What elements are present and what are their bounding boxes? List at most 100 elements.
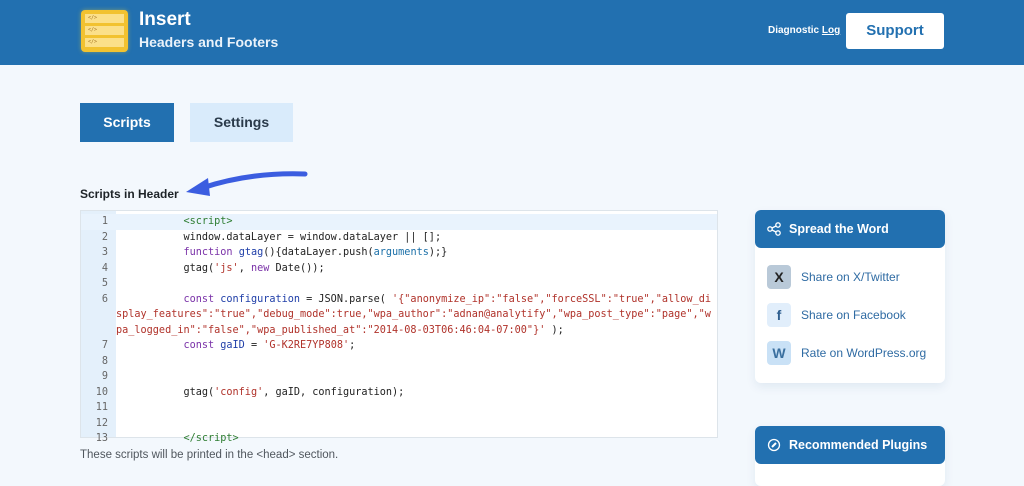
code-token: 'G-K2RE7YP808' — [263, 340, 350, 351]
support-button[interactable]: Support — [846, 13, 944, 49]
line-text: ​ — [116, 400, 717, 416]
top-header: </> </> </> Insert Headers and Footers D… — [0, 0, 1024, 65]
code-token: );} — [428, 247, 448, 258]
code-token: arguments — [373, 247, 429, 258]
share-twitter-link[interactable]: X Share on X/Twitter — [755, 258, 945, 296]
card-title: Recommended Plugins — [789, 438, 928, 452]
code-token: , — [238, 262, 251, 274]
logo-mark: </> — [85, 38, 124, 47]
logo-mark: </> — [85, 26, 124, 35]
logo-mark: </> — [85, 14, 124, 23]
line-text: ​ — [116, 354, 717, 370]
code-token: = JSON.parse( — [300, 293, 393, 305]
wordpress-icon: W — [767, 341, 791, 365]
code-token: Date()); — [269, 262, 325, 274]
line-number: 9 — [101, 371, 108, 382]
code-line: 8​ — [81, 354, 717, 370]
code-token: , gaID, configuration); — [263, 386, 405, 398]
spread-the-word-card: Spread the Word X Share on X/Twitter f Sha… — [755, 210, 945, 383]
code-token: configuration — [220, 293, 301, 305]
code-token: function — [183, 247, 233, 258]
line-number: 12 — [95, 417, 108, 429]
line-number: 13 — [95, 433, 108, 444]
spread-card-header: Spread the Word — [755, 210, 945, 248]
link-label: Rate on WordPress.org — [801, 346, 927, 360]
rate-wordpress-link[interactable]: W Rate on WordPress.org — [755, 334, 945, 372]
line-text: const gaID = 'G-K2RE7YP808'; — [116, 338, 717, 354]
card-title: Spread the Word — [789, 222, 889, 236]
tab-settings[interactable]: Settings — [190, 103, 293, 142]
brand-title: Insert — [139, 9, 191, 30]
line-number: 5 — [101, 278, 108, 289]
code-token: (){dataLayer.push( — [263, 247, 374, 258]
line-number: 6 — [101, 293, 108, 305]
code-line: 2 window.dataLayer = window.dataLayer ||… — [81, 230, 717, 246]
code-token: ); — [545, 324, 564, 336]
recommended-plugins-card: Recommended Plugins — [755, 426, 945, 486]
brand-subtitle: Headers and Footers — [139, 34, 279, 50]
code-line: 10 gtag('config', gaID, configuration); — [81, 385, 717, 401]
log-label: Log — [821, 25, 841, 36]
header-scripts-editor[interactable]: 1 <script> 2 window.dataLayer = window.da… — [80, 210, 718, 444]
share-icon — [767, 222, 781, 236]
x-twitter-icon: X — [767, 265, 791, 289]
link-label: Share on X/Twitter — [801, 270, 900, 284]
code-token: 'js' — [214, 262, 239, 274]
line-text: </script> — [116, 431, 717, 447]
line-text: gtag('js', new Date()); — [116, 261, 717, 277]
code-token: gtag( — [116, 386, 215, 398]
code-token: window.dataLayer = window.dataLayer || [… — [116, 231, 442, 243]
help-text: These scripts will be printed in the <he… — [80, 449, 339, 461]
diagnostic-label: Diagnostic — [768, 25, 820, 36]
code-token: const — [183, 293, 215, 305]
line-number: 7 — [101, 340, 108, 351]
recommended-card-header[interactable]: Recommended Plugins — [755, 426, 945, 464]
line-text: window.dataLayer = window.dataLayer || [… — [116, 230, 717, 246]
line-number: 4 — [101, 262, 108, 274]
code-line: 13 </script> — [81, 431, 717, 447]
code-area[interactable]: 1 <script> 2 window.dataLayer = window.da… — [81, 214, 717, 447]
line-number: 1 — [101, 216, 108, 227]
line-number: 2 — [101, 231, 108, 243]
section-title: Scripts in Header — [80, 187, 179, 201]
code-line: 4 gtag('js', new Date()); — [81, 261, 717, 277]
line-number: 10 — [95, 386, 108, 398]
line-text: const configuration = JSON.parse( '{"ano… — [116, 292, 717, 339]
code-token: gaID — [220, 340, 245, 351]
code-line: 12 ​ — [81, 416, 717, 432]
code-line: 6 const configuration = JSON.parse( '{"a… — [81, 292, 717, 339]
code-token: </script> — [116, 433, 239, 444]
plugin-logo: </> </> </> — [81, 10, 128, 52]
tab-scripts[interactable]: Scripts — [80, 103, 174, 142]
code-line: 5​ — [81, 276, 717, 292]
line-text: ​ — [116, 369, 717, 385]
code-token: gtag — [238, 247, 264, 258]
share-facebook-link[interactable]: f Share on Facebook — [755, 296, 945, 334]
plugin-icon — [767, 438, 781, 452]
arrow-annotation-icon — [186, 171, 308, 196]
code-token: = — [244, 340, 264, 351]
code-token: 'config' — [214, 386, 264, 398]
line-text: gtag('config', gaID, configuration); — [116, 385, 717, 401]
link-label: Share on Facebook — [801, 308, 906, 322]
code-token: ; — [349, 340, 356, 351]
line-text: <script> — [116, 214, 717, 230]
line-text: ​ — [116, 276, 717, 292]
line-number: 8 — [101, 355, 108, 367]
code-token: new — [250, 262, 270, 274]
code-line: 7 const gaID = 'G-K2RE7YP808'; — [81, 338, 717, 354]
line-text: function gtag(){dataLayer.push(arguments… — [116, 245, 717, 261]
code-line: 11 ​ — [81, 400, 717, 416]
code-line: 3 function gtag(){dataLayer.push(argumen… — [81, 245, 717, 261]
code-line: 1 <script> — [81, 214, 717, 230]
line-text: ​ — [116, 416, 717, 432]
code-token: const — [183, 340, 215, 351]
line-number: 3 — [101, 247, 108, 258]
line-number: 11 — [95, 402, 108, 413]
code-line: 9​ — [81, 369, 717, 385]
code-token: <script> — [116, 216, 233, 227]
diagnostic-log-link[interactable]: Diagnostic Log — [768, 25, 840, 36]
